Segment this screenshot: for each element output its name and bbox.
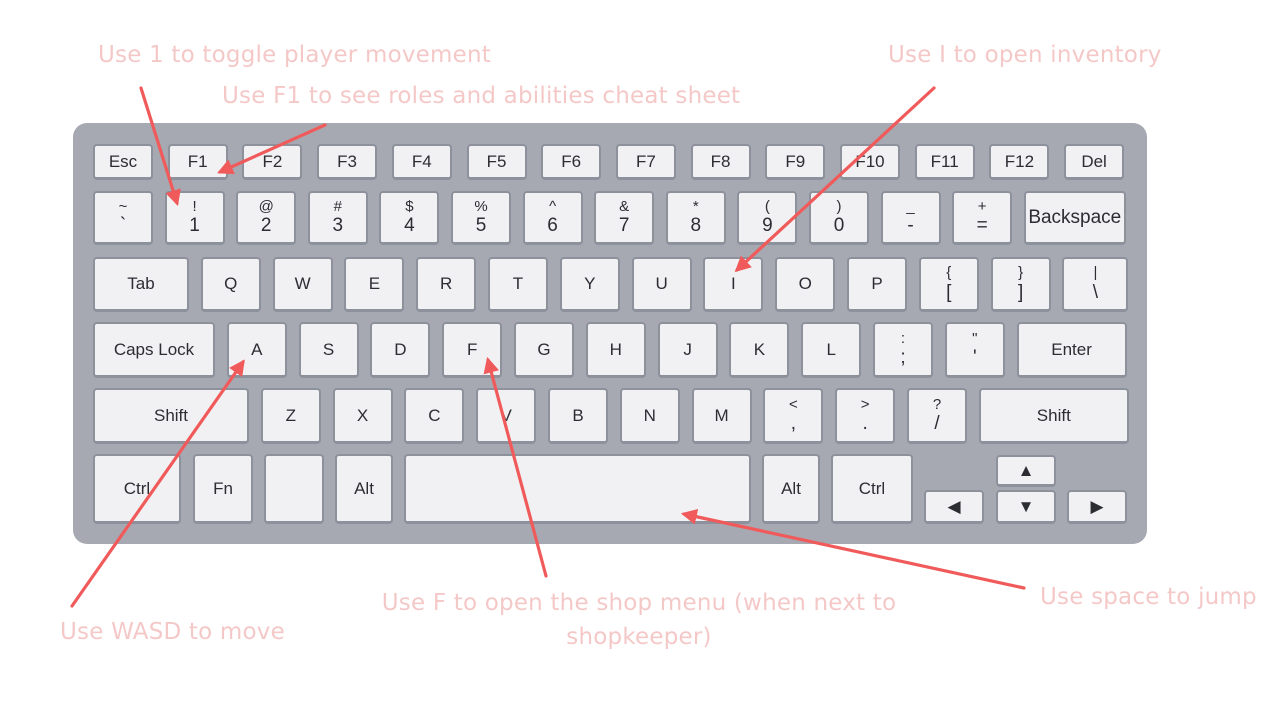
arrow-to-key-1: [139, 86, 181, 207]
annotation-jump: Use space to jump: [1040, 584, 1257, 610]
annotation-toggle-movement: Use 1 to toggle player movement: [98, 42, 491, 68]
annotation-move: Use WASD to move: [60, 619, 285, 645]
arrow-to-key-space: [680, 508, 1026, 590]
arrow-to-key-i: [734, 86, 936, 273]
annotation-shop: Use F to open the shop menu (when next t…: [381, 590, 897, 651]
arrow-to-key-f1: [217, 123, 327, 175]
arrow-to-key-a: [70, 359, 245, 608]
annotation-inventory: Use I to open inventory: [888, 42, 1162, 68]
annotation-cheat-sheet: Use F1 to see roles and abilities cheat …: [222, 83, 741, 109]
arrow-to-key-f: [483, 356, 548, 578]
